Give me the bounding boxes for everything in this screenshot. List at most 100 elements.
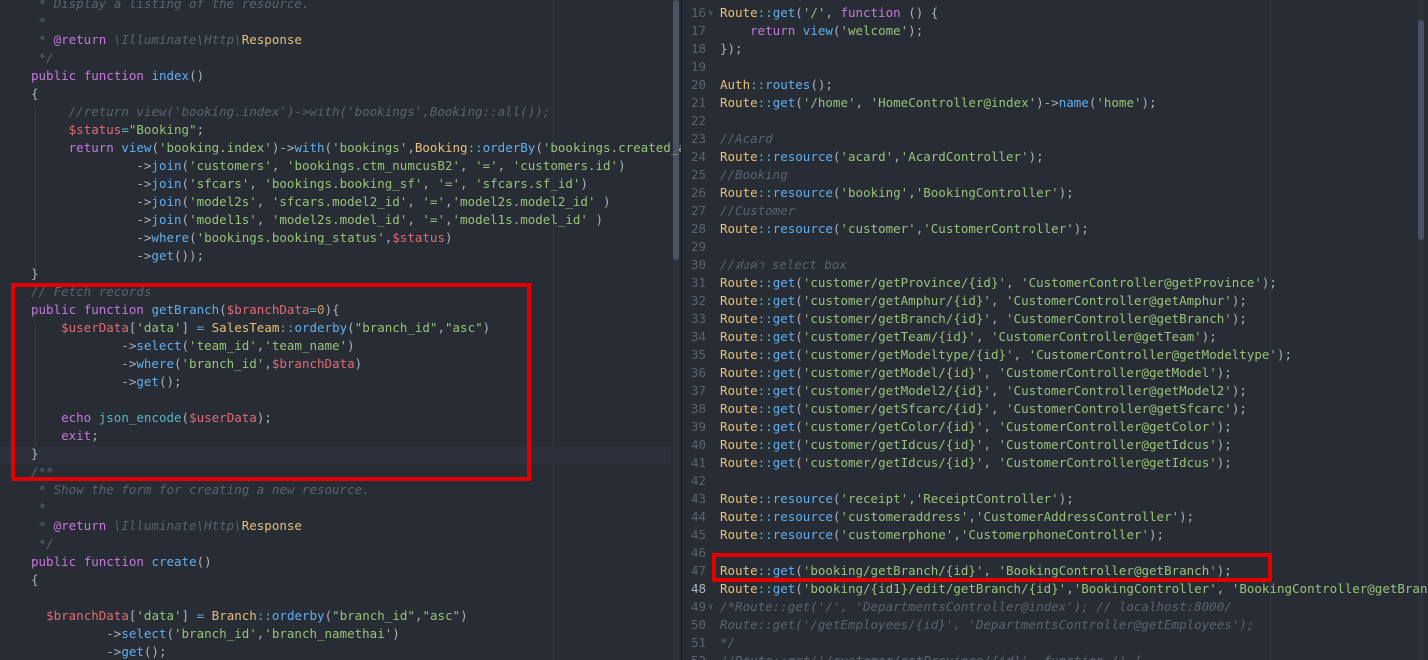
code-line[interactable]: 24 Route::resource('acard','AcardControll…	[682, 148, 1428, 166]
code-line[interactable]: 23 //Acard	[682, 130, 1428, 148]
code-line[interactable]: 25 //Booking	[682, 166, 1428, 184]
code-line[interactable]: 49 ∨ /*Route::get('/', 'DepartmentsControl…	[682, 598, 1428, 616]
code-token: 'model2s.model_id'	[271, 212, 408, 227]
code-token: ,	[893, 149, 901, 164]
code-token: function	[840, 5, 901, 20]
code-token: ->	[31, 248, 152, 263]
code-token: ,	[1066, 581, 1074, 596]
code-token: get	[772, 455, 796, 470]
code-line[interactable]: 21 Route::get('/home', 'HomeController@in…	[682, 94, 1428, 112]
code-token: join	[151, 194, 182, 209]
code-line[interactable]: 45 Route::resource('customerphone','Custo…	[682, 526, 1428, 544]
code-token: 'customer/getIdcus/{id}'	[802, 437, 984, 452]
code-token: public	[31, 68, 77, 83]
code-token: ,	[407, 194, 423, 209]
code-token: get	[772, 347, 796, 362]
code-line[interactable]: 30 //ส่งค่า select box	[682, 256, 1428, 274]
code-content: Route::get('customer/getProvince/{id}', …	[720, 274, 1277, 292]
code-token: 'customer/getModeltype/{id}'	[802, 347, 1014, 362]
code-line[interactable]: 17 return view('welcome');	[682, 22, 1428, 40]
line-number: 20	[690, 77, 706, 92]
code-token: 'customer/getTeam/{id}'	[802, 329, 976, 344]
right-editor-pane[interactable]: 16 ∨ Route::get('/', function () {17 retur…	[682, 0, 1428, 660]
code-token: get	[772, 5, 796, 20]
code-line[interactable]: 37 Route::get('customer/getModel2/{id}', …	[682, 382, 1428, 400]
code-token: ,	[908, 491, 916, 506]
code-token: //Route::get('/customer/getProvince/{id}…	[720, 653, 1141, 660]
code-token: get	[772, 95, 796, 110]
code-token: ::	[757, 329, 773, 344]
code-token: return	[68, 140, 114, 155]
code-token: ,	[407, 140, 415, 155]
code-line[interactable]: 41 Route::get('customer/getIdcus/{id}', '…	[682, 454, 1428, 472]
left-scroll-thumb[interactable]	[673, 0, 679, 260]
left-scrollbar[interactable]	[673, 0, 679, 660]
code-token: 'receipt'	[840, 491, 909, 506]
code-content: Route::get('customer/getModeltype/{id}',…	[720, 346, 1292, 364]
code-line[interactable]: 52 //Route::get('/customer/getProvince/{i…	[682, 652, 1428, 660]
code-line[interactable]: 22	[682, 112, 1428, 130]
code-line[interactable]: 26 Route::resource('booking','BookingCont…	[682, 184, 1428, 202]
code-token: ::	[467, 140, 483, 155]
code-token: 'CustomerController@getModel2'	[1006, 383, 1232, 398]
code-line[interactable]: 33 Route::get('customer/getBranch/{id}', …	[682, 310, 1428, 328]
code-token: ,	[444, 194, 453, 209]
fold-chevron-icon[interactable]: ∨	[708, 4, 713, 22]
code-line[interactable]: 32 Route::get('customer/getAmphur/{id}', …	[682, 292, 1428, 310]
code-line[interactable]: 42	[682, 472, 1428, 490]
code-line[interactable]: 48 Route::get('booking/{id1}/edit/getBran…	[682, 580, 1428, 598]
code-token: 'bookings.ctm_numcusB2'	[286, 158, 461, 173]
code-token: );	[1028, 149, 1044, 164]
code-content: Route::resource('customerphone','Custome…	[720, 526, 1164, 544]
code-token: );	[1073, 221, 1089, 236]
code-content: Route::resource('acard','AcardController…	[720, 148, 1044, 166]
code-token: ::	[757, 311, 773, 326]
code-content: */	[720, 634, 735, 652]
code-token: Route	[720, 509, 758, 524]
code-line[interactable]: 39 Route::get('customer/getColor/{id}', '…	[682, 418, 1428, 436]
code-line[interactable]: 16 ∨ Route::get('/', function () {	[682, 4, 1428, 22]
code-line[interactable]: 20 Auth::routes();	[682, 76, 1428, 94]
code-content: Route::get('customer/getModel/{id}', 'Cu…	[720, 364, 1232, 382]
code-line[interactable]: 31 Route::get('customer/getProvince/{id}'…	[682, 274, 1428, 292]
code-token: ::	[757, 419, 773, 434]
code-line[interactable]: 28 Route::resource('customer','CustomerCo…	[682, 220, 1428, 238]
code-token: (	[795, 419, 803, 434]
code-content: Route::get('/home', 'HomeController@inde…	[720, 94, 1157, 112]
code-line[interactable]: 19	[682, 58, 1428, 76]
code-token: Booking	[414, 140, 468, 155]
code-line[interactable]: 40 Route::get('customer/getIdcus/{id}', '…	[682, 436, 1428, 454]
code-token: Route	[720, 419, 758, 434]
code-token: Route	[720, 437, 758, 452]
code-line[interactable]: 18});	[682, 40, 1428, 58]
line-number: 19	[690, 59, 706, 74]
left-editor-pane[interactable]: * Display a listing of the resource. * *…	[0, 0, 681, 660]
code-line[interactable]: 38 Route::get('customer/getSfcarc/{id}', …	[682, 400, 1428, 418]
fold-chevron-icon[interactable]: ∨	[708, 598, 713, 616]
code-line[interactable]: 50 Route::get('/getEmployees/{id}', 'Depa…	[682, 616, 1428, 634]
code-token: );	[1261, 275, 1277, 290]
code-token: });	[720, 41, 743, 56]
code-line[interactable]: 43 Route::resource('receipt','ReceiptCont…	[682, 490, 1428, 508]
code-token: )	[587, 212, 604, 227]
code-line[interactable]: 29	[682, 238, 1428, 256]
code-line[interactable]: 36 Route::get('customer/getModel/{id}', '…	[682, 364, 1428, 382]
code-token: Route	[720, 401, 758, 416]
code-line[interactable]: 34 Route::get('customer/getTeam/{id}', 'C…	[682, 328, 1428, 346]
line-number: 26	[690, 185, 706, 200]
code-token: (	[535, 140, 543, 155]
code-token: 'BookingController'	[1073, 581, 1217, 596]
code-token: join	[151, 176, 182, 191]
code-token: Route	[720, 581, 758, 596]
code-content: });	[720, 40, 743, 58]
code-token: view	[802, 23, 833, 38]
code-token: get	[772, 581, 796, 596]
code-token: )	[580, 176, 588, 191]
code-line[interactable]: 51 */	[682, 634, 1428, 652]
code-line[interactable]: 44 Route::resource('customeraddress','Cus…	[682, 508, 1428, 526]
wrap-guide	[553, 0, 554, 660]
code-line[interactable]: 35 Route::get('customer/getModeltype/{id}…	[682, 346, 1428, 364]
code-line[interactable]: 27 //Customer	[682, 202, 1428, 220]
red-highlight-box-booking-route	[712, 553, 1272, 582]
code-token: 'customers'	[189, 158, 272, 173]
